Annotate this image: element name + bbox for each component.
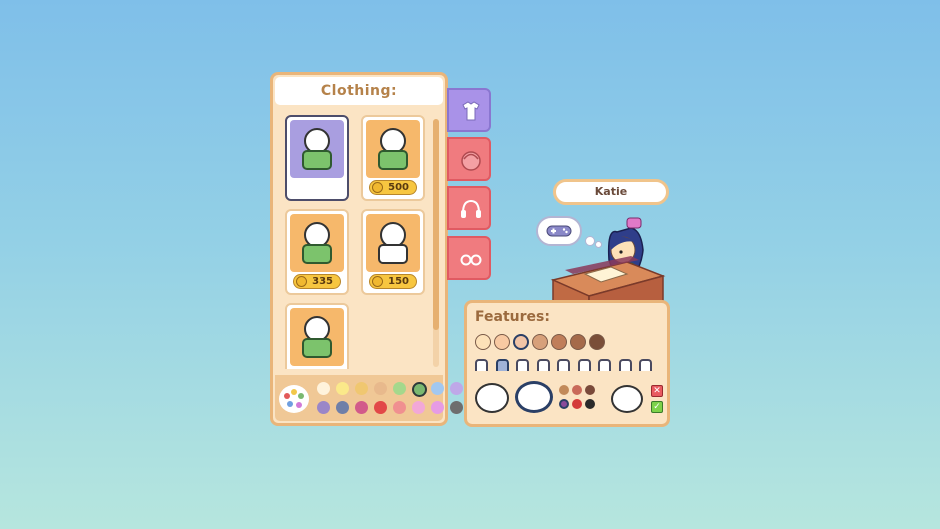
color-swatch[interactable] <box>374 401 387 414</box>
clothing-thumbnail <box>290 120 344 178</box>
clothing-item[interactable] <box>285 115 349 201</box>
price-value: 335 <box>312 276 333 287</box>
eye-style-option[interactable] <box>598 359 611 371</box>
hair-color-option[interactable] <box>559 399 569 409</box>
confirm-button[interactable]: ✓ <box>651 401 663 413</box>
features-title: Features: <box>475 309 550 325</box>
hair-color-option[interactable] <box>585 385 595 395</box>
color-swatch[interactable] <box>336 401 349 414</box>
price-tag: 500 <box>369 180 417 195</box>
clothing-thumbnail <box>366 214 420 272</box>
price-tag: 335 <box>293 274 341 289</box>
eye-style-option[interactable] <box>516 359 529 371</box>
color-swatch[interactable] <box>374 382 387 395</box>
clothing-panel: Clothing: 500 335 150 <box>270 72 463 426</box>
tab-glasses[interactable] <box>447 236 491 280</box>
scrollbar-thumb[interactable] <box>433 119 439 330</box>
bow-icon <box>626 217 642 229</box>
game-screen: { "clothing": { "title": "Clothing:", "i… <box>0 0 940 529</box>
color-swatch[interactable] <box>355 401 368 414</box>
coin-icon <box>372 276 383 287</box>
head-shape-option[interactable] <box>475 383 509 413</box>
eye-style-option[interactable] <box>557 359 570 371</box>
shirt-icon <box>302 150 332 170</box>
clothing-grid: 500 335 150 <box>279 113 427 369</box>
clothing-item[interactable] <box>285 303 349 369</box>
tab-headphones[interactable] <box>447 186 491 230</box>
color-swatch[interactable] <box>412 382 427 397</box>
eye-style-option[interactable] <box>577 359 591 371</box>
color-swatch[interactable] <box>317 382 330 395</box>
shirt-icon <box>378 244 408 264</box>
color-swatch-bar <box>275 375 463 421</box>
clothing-thumbnail <box>366 120 420 178</box>
shirt-icon <box>302 338 332 358</box>
skin-tone-option[interactable] <box>570 334 586 350</box>
hair-color-option[interactable] <box>559 385 569 395</box>
clothing-item[interactable]: 150 <box>361 209 425 295</box>
color-swatch[interactable] <box>336 382 349 395</box>
skin-tone-option[interactable] <box>532 334 548 350</box>
clothing-thumbnail <box>290 308 344 366</box>
hair-color-option[interactable] <box>585 399 595 409</box>
hair-icon <box>461 151 481 171</box>
scrollbar[interactable] <box>433 119 439 367</box>
shirt-icon <box>462 101 480 121</box>
eye-style-option[interactable] <box>495 359 509 371</box>
price-value: 150 <box>388 276 409 287</box>
hair-color-option[interactable] <box>572 385 582 395</box>
price-value: 500 <box>388 182 409 193</box>
skin-tone-option[interactable] <box>494 334 510 350</box>
features-panel: Features: ✕ ✓ <box>464 300 670 427</box>
headphones-icon <box>461 199 481 218</box>
color-swatch[interactable] <box>393 382 406 395</box>
glasses-icon <box>460 254 482 266</box>
head-shape-option[interactable] <box>515 381 553 413</box>
eye-style-option[interactable] <box>639 359 652 371</box>
clothing-title: Clothing: <box>275 77 443 105</box>
color-swatch[interactable] <box>450 401 463 414</box>
color-swatch[interactable] <box>431 401 444 414</box>
color-swatch[interactable] <box>450 382 463 395</box>
eye-style-option[interactable] <box>536 359 550 371</box>
tab-shirt[interactable] <box>447 88 491 132</box>
clothing-item[interactable]: 500 <box>361 115 425 201</box>
tab-hair[interactable] <box>447 137 491 181</box>
palette-icon[interactable] <box>279 385 309 413</box>
coin-icon <box>296 276 307 287</box>
skin-tone-option[interactable] <box>589 334 605 350</box>
skin-tone-option[interactable] <box>475 334 491 350</box>
skin-tone-option[interactable] <box>551 334 567 350</box>
color-swatch[interactable] <box>355 382 368 395</box>
color-swatch[interactable] <box>317 401 330 414</box>
color-swatch[interactable] <box>431 382 444 395</box>
price-tag: 150 <box>369 274 417 289</box>
eye-style-option[interactable] <box>618 359 632 371</box>
cancel-button[interactable]: ✕ <box>651 385 663 397</box>
character-name: Katie <box>553 179 669 205</box>
coin-icon <box>372 182 383 193</box>
hair-color-option[interactable] <box>572 399 582 409</box>
skin-tone-option[interactable] <box>513 334 529 350</box>
head-preview[interactable] <box>611 385 643 413</box>
clothing-item[interactable]: 335 <box>285 209 349 295</box>
shirt-icon <box>302 244 332 264</box>
clothing-thumbnail <box>290 214 344 272</box>
shirt-icon <box>378 150 408 170</box>
eye-style-option[interactable] <box>475 359 488 371</box>
color-swatch[interactable] <box>412 401 425 414</box>
color-swatch[interactable] <box>393 401 406 414</box>
